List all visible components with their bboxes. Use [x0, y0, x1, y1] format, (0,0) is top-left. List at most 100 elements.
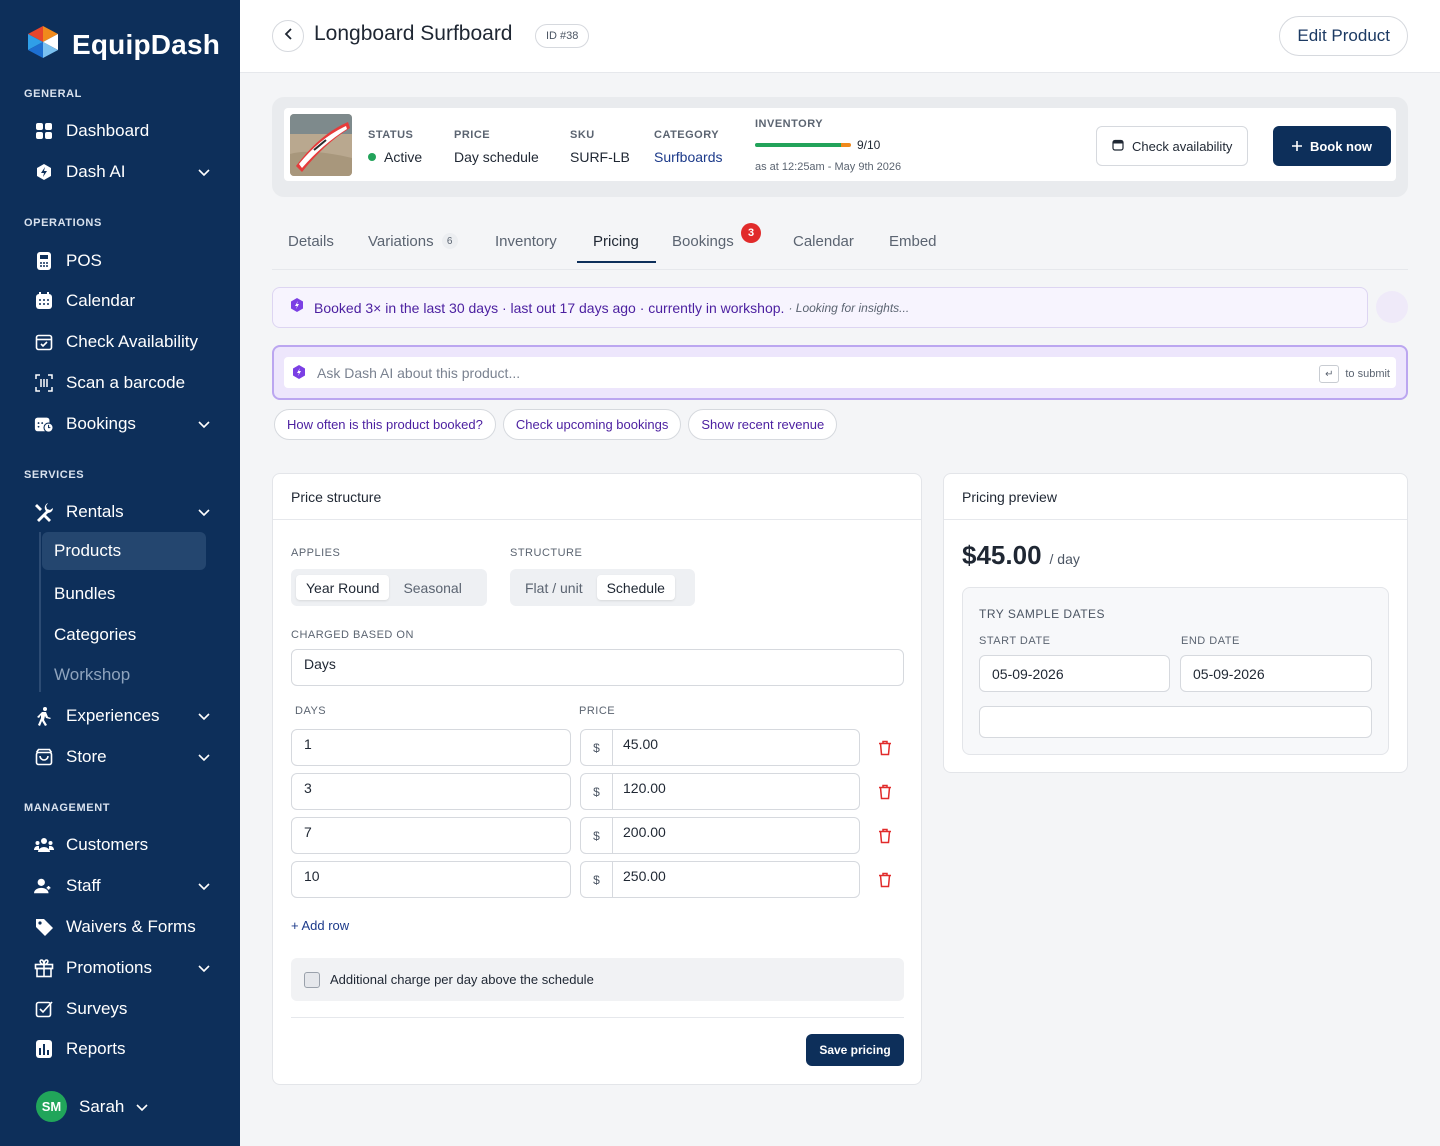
ask-dash-ai-input[interactable] — [317, 364, 1277, 381]
trash-icon[interactable] — [878, 784, 892, 800]
shopping-bag-icon — [34, 747, 54, 767]
nav-categories[interactable]: Categories — [42, 616, 206, 654]
ai-insight-status: · Looking for insights... — [788, 300, 910, 315]
save-pricing-button[interactable]: Save pricing — [806, 1034, 904, 1066]
nav-scan-barcode[interactable]: Scan a barcode — [34, 365, 214, 401]
additional-charge-option[interactable]: Additional charge per day above the sche… — [291, 958, 904, 1001]
brand[interactable]: EquipDash — [24, 24, 220, 65]
nav-customers[interactable]: Customers — [34, 827, 214, 863]
nav-waivers-forms[interactable]: Waivers & Forms — [34, 909, 214, 945]
tab-pricing[interactable]: Pricing — [577, 218, 655, 264]
active-tab-indicator — [577, 261, 656, 263]
chevron-down-icon — [198, 876, 210, 896]
checkbox-icon — [34, 999, 54, 1019]
additional-charge-checkbox[interactable] — [304, 971, 320, 988]
price-input[interactable]: $250.00 — [580, 861, 860, 898]
tab-inventory[interactable]: Inventory — [479, 218, 573, 264]
nav-check-availability[interactable]: Check Availability — [34, 324, 214, 360]
check-availability-label: Check availability — [1132, 138, 1233, 154]
trash-icon[interactable] — [878, 828, 892, 844]
suggestion-chip[interactable]: How often is this product booked? — [274, 409, 496, 440]
status-text: Active — [384, 149, 423, 165]
end-date-value: 05-09-2026 — [1193, 666, 1265, 682]
section-label-general: GENERAL — [24, 88, 82, 100]
nav-rentals[interactable]: Rentals — [34, 494, 214, 530]
price-structure-title: Price structure — [273, 474, 921, 520]
suggestion-chips: How often is this product booked? Check … — [274, 409, 838, 440]
nav-waivers-forms-label: Waivers & Forms — [66, 917, 196, 936]
suggestion-chip[interactable]: Show recent revenue — [688, 409, 838, 440]
back-button[interactable] — [272, 20, 304, 52]
nav-reports[interactable]: Reports — [34, 1031, 214, 1067]
applies-year-round[interactable]: Year Round — [296, 575, 390, 600]
edit-product-button[interactable]: Edit Product — [1279, 16, 1408, 56]
price-input[interactable]: $200.00 — [580, 817, 860, 854]
days-input[interactable]: 3 — [291, 773, 571, 810]
ask-dash-ai: ↵ to submit — [272, 345, 1408, 400]
pricing-preview-title: Pricing preview — [944, 474, 1407, 520]
nav-bookings[interactable]: Bookings — [34, 406, 214, 442]
nav-experiences[interactable]: Experiences — [34, 698, 214, 734]
suggestion-chip[interactable]: Check upcoming bookings — [502, 409, 682, 440]
nav-promotions[interactable]: Promotions — [34, 950, 214, 986]
price-value: 250.00 — [623, 868, 666, 884]
user-menu[interactable]: SM Sarah — [36, 1091, 148, 1122]
dash-ai-icon — [34, 162, 54, 182]
chevron-down-icon — [198, 747, 210, 767]
divider — [291, 1017, 904, 1018]
price-input[interactable]: $120.00 — [580, 773, 860, 810]
nav-dashboard-label: Dashboard — [66, 121, 150, 140]
nav-check-availability-label: Check Availability — [66, 332, 198, 351]
nav-dash-ai[interactable]: Dash AI — [34, 154, 214, 190]
nav-promotions-label: Promotions — [66, 958, 152, 977]
structure-schedule[interactable]: Schedule — [596, 575, 675, 600]
preview-price-amount: $45.00 — [962, 540, 1042, 570]
tag-icon — [34, 917, 54, 937]
currency-symbol: $ — [581, 862, 613, 897]
charged-based-on-select[interactable]: Days — [291, 649, 904, 686]
tab-bookings[interactable]: Bookings — [656, 218, 750, 264]
nav-pos[interactable]: POS — [34, 243, 214, 279]
price-value: Day schedule — [454, 149, 539, 165]
nav-surveys[interactable]: Surveys — [34, 991, 214, 1027]
nav-staff[interactable]: Staff — [34, 868, 214, 904]
tab-embed[interactable]: Embed — [873, 218, 953, 264]
book-now-button[interactable]: Book now — [1273, 126, 1391, 166]
inventory-field: INVENTORY 9/10 as at 12:25am - May 9th 2… — [755, 118, 901, 173]
nav-bundles[interactable]: Bundles — [42, 575, 206, 613]
nav-calendar[interactable]: Calendar — [34, 283, 214, 319]
nav-store[interactable]: Store — [34, 739, 214, 775]
check-availability-button[interactable]: Check availability — [1096, 126, 1249, 166]
start-date-input[interactable]: 05-09-2026 — [979, 655, 1170, 692]
price-value: 120.00 — [623, 780, 666, 796]
tab-calendar[interactable]: Calendar — [777, 218, 870, 264]
trash-icon[interactable] — [878, 740, 892, 756]
inventory-progress-remaining — [841, 143, 851, 147]
trash-icon[interactable] — [878, 872, 892, 888]
equipdash-logo-icon — [24, 24, 62, 65]
nav-products[interactable]: Products — [42, 532, 206, 570]
enter-key-icon: ↵ — [1319, 365, 1340, 383]
days-input[interactable]: 1 — [291, 729, 571, 766]
sample-result-field — [979, 706, 1372, 738]
price-label: PRICE — [454, 129, 491, 141]
category-link[interactable]: Surfboards — [654, 149, 722, 165]
applies-seasonal[interactable]: Seasonal — [393, 575, 471, 600]
avatar: SM — [36, 1091, 67, 1122]
nav-reports-label: Reports — [66, 1039, 126, 1058]
price-input[interactable]: $45.00 — [580, 729, 860, 766]
inventory-progress-fill — [755, 143, 842, 147]
end-date-input[interactable]: 05-09-2026 — [1180, 655, 1372, 692]
days-input[interactable]: 7 — [291, 817, 571, 854]
add-row-button[interactable]: + Add row — [291, 918, 349, 933]
nav-workshop[interactable]: Workshop — [42, 656, 206, 694]
tab-variations[interactable]: Variations 6 — [352, 218, 474, 264]
price-structure-card: Price structure APPLIES Year Round Seaso… — [272, 473, 922, 1085]
tab-details[interactable]: Details — [272, 218, 350, 264]
nav-dashboard[interactable]: Dashboard — [34, 113, 214, 149]
product-summary-inner: STATUS Active PRICE Day schedule SKU SUR… — [284, 108, 1396, 181]
gift-icon — [34, 958, 54, 978]
structure-flat-unit[interactable]: Flat / unit — [515, 575, 593, 600]
days-input[interactable]: 10 — [291, 861, 571, 898]
submenu-rail — [39, 532, 41, 692]
